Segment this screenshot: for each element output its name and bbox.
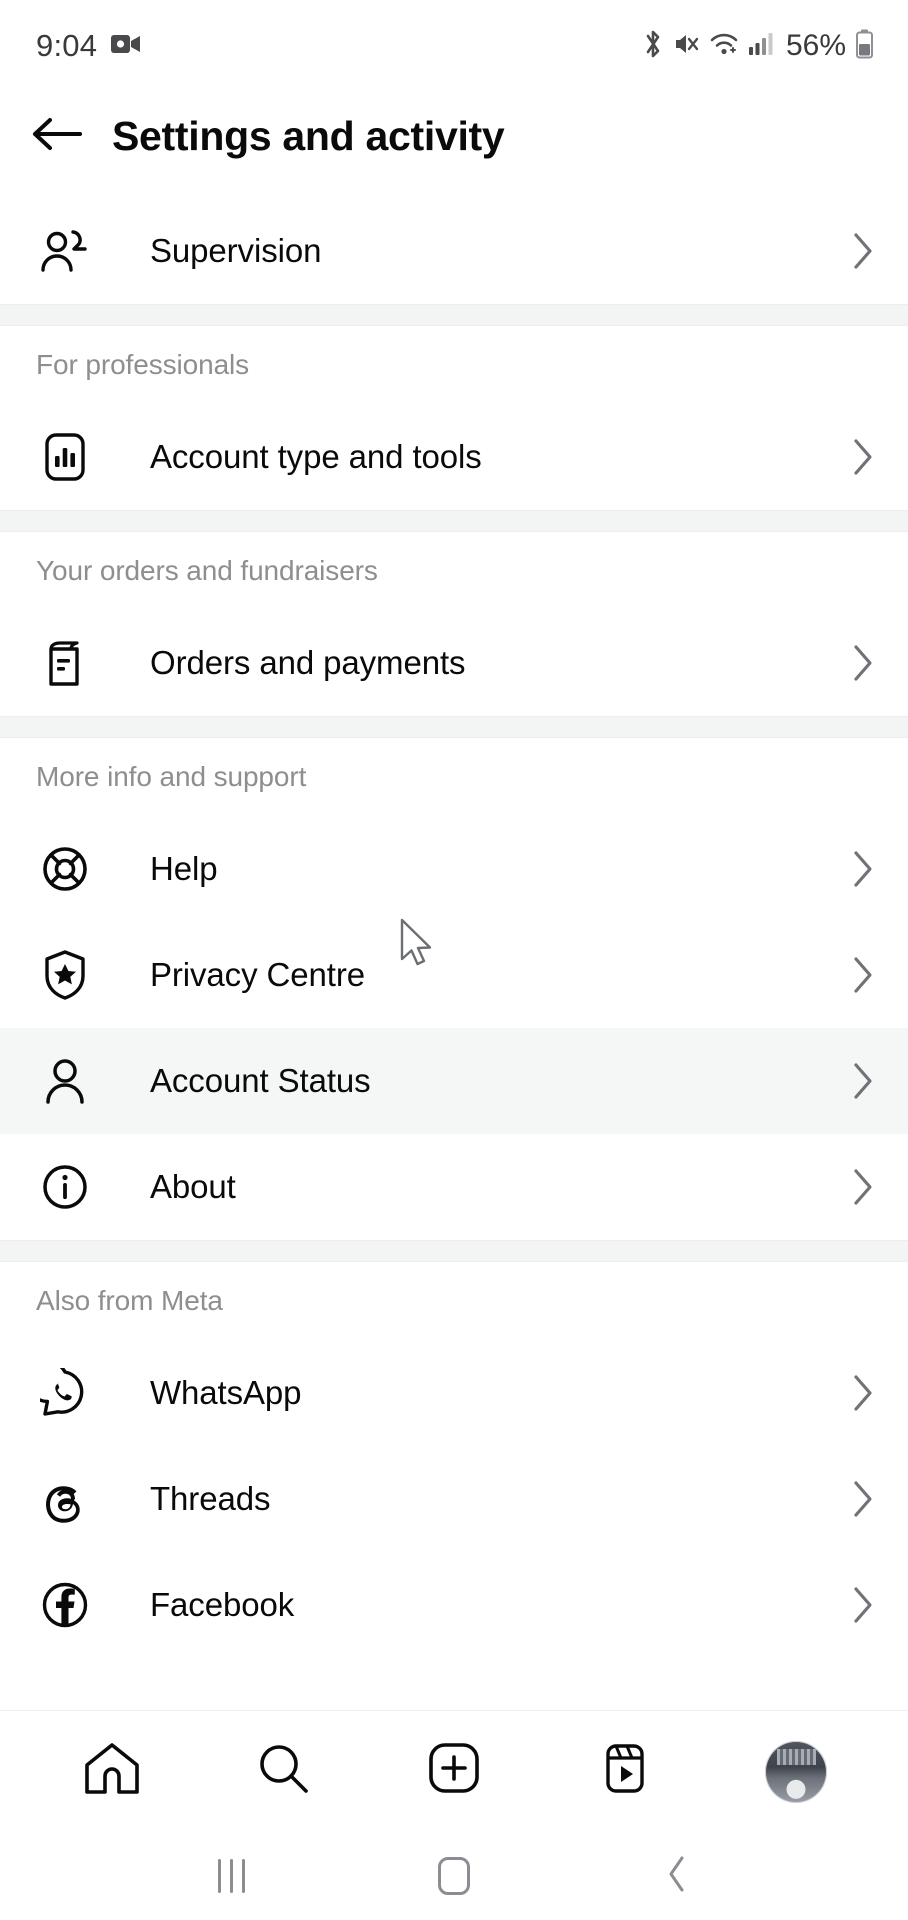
battery-icon [855,29,874,64]
search-icon [254,1741,312,1802]
chevron-right-icon [834,1586,874,1624]
reels-icon [596,1741,654,1802]
system-back-button[interactable] [632,1841,722,1911]
nav-profile-button[interactable] [736,1722,856,1822]
status-bar-left: 9:04 [36,28,141,64]
nav-search-button[interactable] [223,1722,343,1822]
list-item-facebook[interactable]: Facebook [0,1552,908,1658]
list-item-label: Facebook [150,1586,295,1623]
section-heading-for-professionals: For professionals [0,326,908,404]
page-title: Settings and activity [112,112,505,159]
status-bar-clock: 9:04 [36,28,98,63]
list-item-orders-and-payments[interactable]: Orders and payments [0,610,908,716]
list-item-about[interactable]: About [0,1134,908,1240]
list-item-whatsapp[interactable]: WhatsApp [0,1340,908,1446]
mute-vibrate-icon [673,30,700,63]
section-heading-more-info-and-support: More info and support [0,738,908,816]
recents-icon [217,1859,245,1893]
system-recents-button[interactable] [186,1841,276,1911]
avatar [765,1740,828,1803]
list-top-pad [0,180,908,198]
list-item-label: WhatsApp [150,1374,302,1411]
person-icon [36,1056,94,1106]
bluetooth-icon [642,29,664,64]
phone-screen: 9:04 56% Settings and activity Supervisi… [0,0,908,1920]
list-item-label: Account Status [150,1062,371,1099]
home-square-icon [437,1857,470,1895]
page-header: Settings and activity [0,92,908,180]
section-heading-your-orders-and-fundraisers: Your orders and fundraisers [0,532,908,610]
list-item-label: Supervision [150,232,322,269]
system-navigation-bar [0,1832,908,1920]
bar-chart-icon [36,432,94,482]
status-bar-right: 56% [642,29,874,64]
chevron-right-icon [834,1480,874,1518]
facebook-icon [36,1580,94,1630]
back-chevron-icon [664,1854,690,1899]
list-item-label: Privacy Centre [150,956,366,993]
chevron-right-icon [834,1374,874,1412]
list-item-account-type-and-tools[interactable]: Account type and tools [0,404,908,510]
list-item-help[interactable]: Help [0,816,908,922]
chevron-right-icon [834,438,874,476]
home-icon [83,1741,141,1802]
nav-home-button[interactable] [52,1722,172,1822]
back-button[interactable] [0,114,112,159]
back-arrow-icon [29,114,83,159]
whatsapp-icon [36,1368,94,1418]
two-people-icon [36,228,94,274]
nav-reels-button[interactable] [565,1722,685,1822]
chevron-right-icon [834,1062,874,1100]
chevron-right-icon [834,232,874,270]
lifebuoy-icon [36,844,94,894]
list-item-supervision[interactable]: Supervision [0,198,908,304]
section-divider [0,510,908,532]
section-divider [0,304,908,326]
settings-list: Supervision For professionals Account ty… [0,180,908,1658]
chevron-right-icon [834,1168,874,1206]
list-item-privacy-centre[interactable]: Privacy Centre [0,922,908,1028]
nav-create-button[interactable] [394,1722,514,1822]
battery-percent-label: 56% [785,29,846,62]
shield-star-icon [36,949,94,1001]
receipt-icon [36,638,94,688]
section-divider [0,1240,908,1262]
list-item-label: Account type and tools [150,438,482,475]
status-bar: 9:04 56% [0,0,908,92]
threads-icon [36,1474,94,1524]
wifi-icon [709,31,739,62]
video-camera-icon [111,33,141,60]
info-circle-icon [36,1162,94,1212]
list-item-account-status[interactable]: Account Status [0,1028,908,1134]
list-item-label: Threads [150,1480,271,1517]
chevron-right-icon [834,956,874,994]
section-heading-also-from-meta: Also from Meta [0,1262,908,1340]
list-item-label: About [150,1168,236,1205]
list-item-label: Orders and payments [150,644,466,681]
plus-square-icon [425,1741,483,1802]
cellular-signal-icon [748,31,774,62]
section-divider [0,716,908,738]
list-item-threads[interactable]: Threads [0,1446,908,1552]
system-home-button[interactable] [409,1841,499,1911]
chevron-right-icon [834,850,874,888]
bottom-navigation-bar [0,1710,908,1832]
chevron-right-icon [834,644,874,682]
list-item-label: Help [150,850,218,887]
